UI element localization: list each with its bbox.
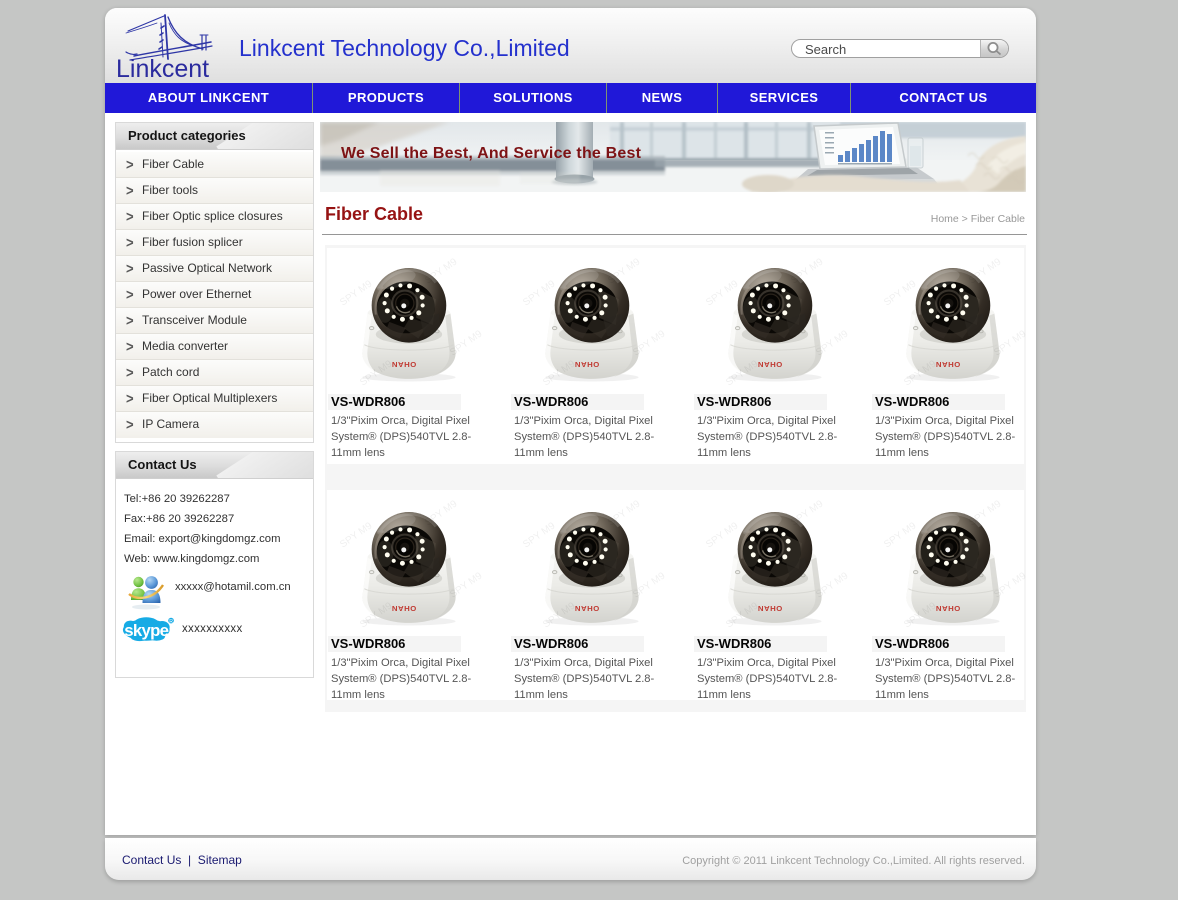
svg-text:skype: skype (124, 621, 168, 640)
svg-text:R: R (169, 619, 173, 625)
svg-text:Linkcent: Linkcent (116, 55, 209, 83)
